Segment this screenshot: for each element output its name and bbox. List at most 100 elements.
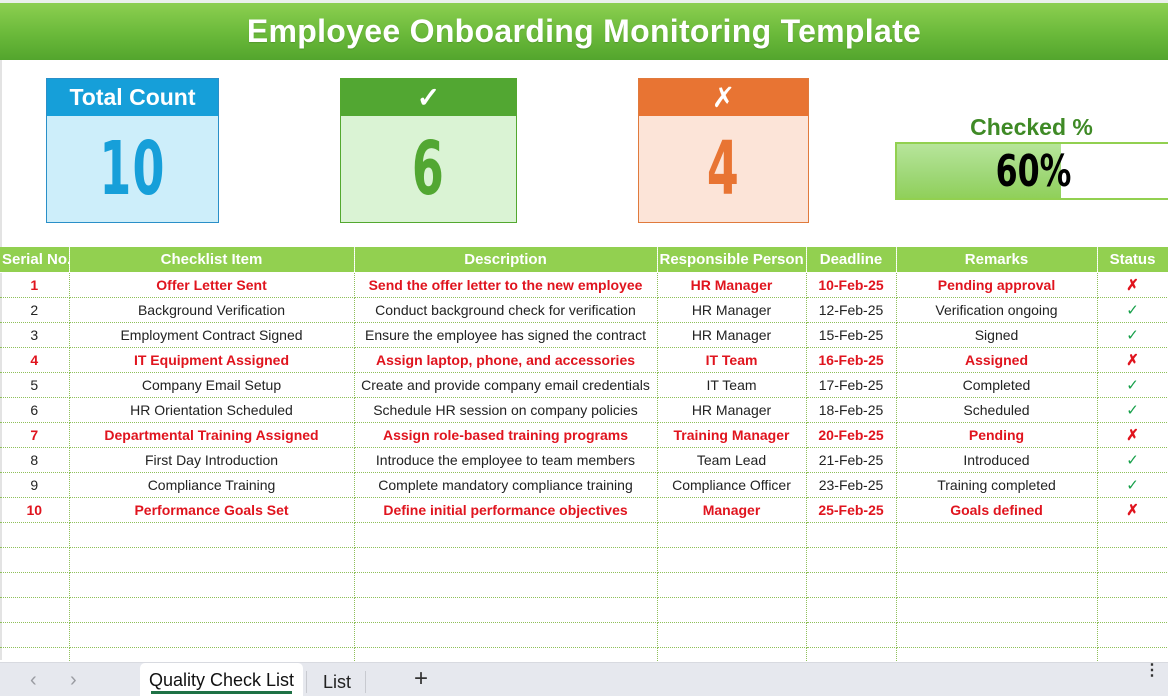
column-header-description[interactable]: Description bbox=[354, 247, 658, 273]
empty-cell[interactable] bbox=[0, 522, 70, 548]
cell-remarks[interactable]: Verification ongoing bbox=[896, 297, 1098, 323]
cell-deadline[interactable]: 15-Feb-25 bbox=[806, 322, 897, 348]
empty-cell[interactable] bbox=[896, 522, 1098, 548]
empty-cell[interactable] bbox=[1097, 572, 1168, 598]
cell-checklist-item[interactable]: Departmental Training Assigned bbox=[69, 422, 355, 448]
empty-cell[interactable] bbox=[69, 622, 355, 648]
empty-cell[interactable] bbox=[0, 597, 70, 623]
cell-responsible-person[interactable]: Training Manager bbox=[657, 422, 807, 448]
cell-deadline[interactable]: 17-Feb-25 bbox=[806, 372, 897, 398]
cell-serial[interactable]: 3 bbox=[0, 322, 70, 348]
cell-responsible-person[interactable]: HR Manager bbox=[657, 322, 807, 348]
cell-checklist-item[interactable]: Offer Letter Sent bbox=[69, 272, 355, 298]
cell-description[interactable]: Introduce the employee to team members bbox=[354, 447, 658, 473]
empty-cell[interactable] bbox=[354, 522, 658, 548]
cell-description[interactable]: Conduct background check for verificatio… bbox=[354, 297, 658, 323]
status-check-icon[interactable]: ✓ bbox=[1097, 372, 1168, 398]
cell-deadline[interactable]: 16-Feb-25 bbox=[806, 347, 897, 373]
empty-cell[interactable] bbox=[1097, 522, 1168, 548]
more-options-icon[interactable]: ⋮ bbox=[1144, 663, 1160, 679]
cell-description[interactable]: Assign role-based training programs bbox=[354, 422, 658, 448]
empty-cell[interactable] bbox=[354, 572, 658, 598]
sheet-tab-list[interactable]: List bbox=[323, 665, 351, 696]
cell-deadline[interactable]: 23-Feb-25 bbox=[806, 472, 897, 498]
empty-cell[interactable] bbox=[896, 622, 1098, 648]
column-header-deadline[interactable]: Deadline bbox=[806, 247, 897, 273]
cell-remarks[interactable]: Introduced bbox=[896, 447, 1098, 473]
cell-checklist-item[interactable]: First Day Introduction bbox=[69, 447, 355, 473]
cell-deadline[interactable]: 20-Feb-25 bbox=[806, 422, 897, 448]
column-header-checklist-item[interactable]: Checklist Item bbox=[69, 247, 355, 273]
cell-serial[interactable]: 10 bbox=[0, 497, 70, 523]
cell-responsible-person[interactable]: Compliance Officer bbox=[657, 472, 807, 498]
status-check-icon[interactable]: ✓ bbox=[1097, 472, 1168, 498]
cell-description[interactable]: Complete mandatory compliance training bbox=[354, 472, 658, 498]
cell-checklist-item[interactable]: IT Equipment Assigned bbox=[69, 347, 355, 373]
cell-responsible-person[interactable]: HR Manager bbox=[657, 397, 807, 423]
cell-deadline[interactable]: 25-Feb-25 bbox=[806, 497, 897, 523]
status-cross-icon[interactable]: ✗ bbox=[1097, 272, 1168, 298]
status-cross-icon[interactable]: ✗ bbox=[1097, 422, 1168, 448]
empty-cell[interactable] bbox=[896, 547, 1098, 573]
status-check-icon[interactable]: ✓ bbox=[1097, 297, 1168, 323]
cell-remarks[interactable]: Signed bbox=[896, 322, 1098, 348]
empty-cell[interactable] bbox=[896, 572, 1098, 598]
cell-deadline[interactable]: 18-Feb-25 bbox=[806, 397, 897, 423]
empty-cell[interactable] bbox=[657, 622, 807, 648]
cell-serial[interactable]: 2 bbox=[0, 297, 70, 323]
cell-responsible-person[interactable]: HR Manager bbox=[657, 297, 807, 323]
empty-cell[interactable] bbox=[354, 547, 658, 573]
empty-cell[interactable] bbox=[69, 522, 355, 548]
add-sheet-icon[interactable]: + bbox=[414, 665, 428, 693]
empty-cell[interactable] bbox=[354, 597, 658, 623]
sheet-tab-quality-check-list[interactable]: Quality Check List bbox=[140, 663, 303, 696]
empty-cell[interactable] bbox=[806, 547, 897, 573]
empty-cell[interactable] bbox=[354, 622, 658, 648]
cell-deadline[interactable]: 12-Feb-25 bbox=[806, 297, 897, 323]
cell-serial[interactable]: 4 bbox=[0, 347, 70, 373]
cell-serial[interactable]: 1 bbox=[0, 272, 70, 298]
empty-cell[interactable] bbox=[69, 597, 355, 623]
cell-remarks[interactable]: Pending bbox=[896, 422, 1098, 448]
cell-description[interactable]: Schedule HR session on company policies bbox=[354, 397, 658, 423]
cell-remarks[interactable]: Completed bbox=[896, 372, 1098, 398]
empty-cell[interactable] bbox=[1097, 622, 1168, 648]
cell-serial[interactable]: 7 bbox=[0, 422, 70, 448]
status-check-icon[interactable]: ✓ bbox=[1097, 322, 1168, 348]
cell-checklist-item[interactable]: Company Email Setup bbox=[69, 372, 355, 398]
status-cross-icon[interactable]: ✗ bbox=[1097, 497, 1168, 523]
empty-cell[interactable] bbox=[69, 572, 355, 598]
empty-cell[interactable] bbox=[1097, 547, 1168, 573]
cell-description[interactable]: Create and provide company email credent… bbox=[354, 372, 658, 398]
cell-serial[interactable]: 9 bbox=[0, 472, 70, 498]
empty-cell[interactable] bbox=[806, 597, 897, 623]
empty-cell[interactable] bbox=[806, 522, 897, 548]
cell-responsible-person[interactable]: Team Lead bbox=[657, 447, 807, 473]
cell-description[interactable]: Assign laptop, phone, and accessories bbox=[354, 347, 658, 373]
cell-checklist-item[interactable]: Performance Goals Set bbox=[69, 497, 355, 523]
cell-checklist-item[interactable]: Employment Contract Signed bbox=[69, 322, 355, 348]
cell-remarks[interactable]: Assigned bbox=[896, 347, 1098, 373]
scroll-tabs-left-icon[interactable]: ‹ bbox=[30, 669, 37, 692]
status-cross-icon[interactable]: ✗ bbox=[1097, 347, 1168, 373]
status-check-icon[interactable]: ✓ bbox=[1097, 397, 1168, 423]
empty-cell[interactable] bbox=[657, 547, 807, 573]
empty-cell[interactable] bbox=[0, 547, 70, 573]
empty-cell[interactable] bbox=[657, 572, 807, 598]
empty-cell[interactable] bbox=[657, 522, 807, 548]
status-check-icon[interactable]: ✓ bbox=[1097, 447, 1168, 473]
empty-cell[interactable] bbox=[0, 572, 70, 598]
column-header-serial[interactable]: Serial No. bbox=[0, 247, 70, 273]
cell-deadline[interactable]: 10-Feb-25 bbox=[806, 272, 897, 298]
cell-description[interactable]: Ensure the employee has signed the contr… bbox=[354, 322, 658, 348]
column-header-responsible-person[interactable]: Responsible Person bbox=[657, 247, 807, 273]
cell-serial[interactable]: 6 bbox=[0, 397, 70, 423]
cell-description[interactable]: Define initial performance objectives bbox=[354, 497, 658, 523]
cell-remarks[interactable]: Scheduled bbox=[896, 397, 1098, 423]
column-header-remarks[interactable]: Remarks bbox=[896, 247, 1098, 273]
empty-cell[interactable] bbox=[69, 547, 355, 573]
cell-responsible-person[interactable]: IT Team bbox=[657, 347, 807, 373]
scroll-tabs-right-icon[interactable]: › bbox=[70, 669, 77, 692]
cell-remarks[interactable]: Pending approval bbox=[896, 272, 1098, 298]
cell-checklist-item[interactable]: Compliance Training bbox=[69, 472, 355, 498]
